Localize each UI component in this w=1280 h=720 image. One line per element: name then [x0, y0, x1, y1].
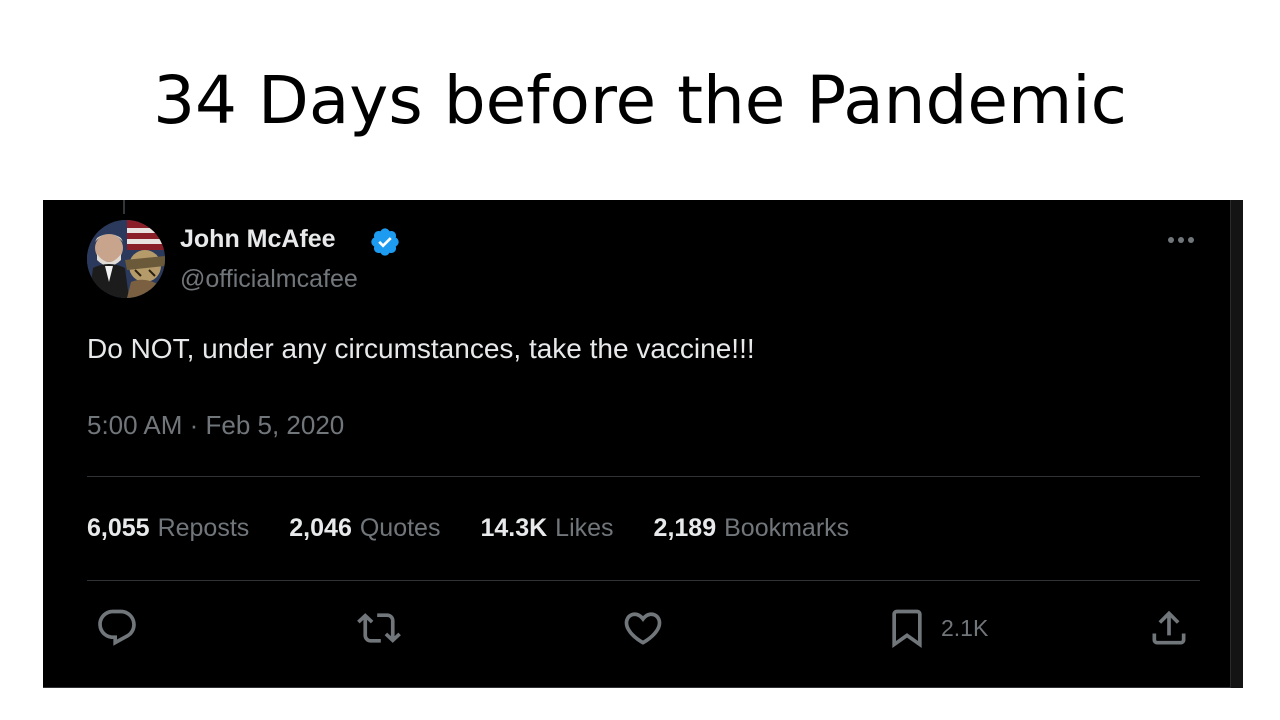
headline: 34 Days before the Pandemic — [153, 62, 1127, 139]
quotes-label: Quotes — [359, 514, 441, 542]
heart-icon — [621, 606, 665, 650]
repost-button[interactable] — [357, 606, 401, 650]
verified-badge-icon — [369, 226, 401, 258]
bookmark-icon — [885, 606, 929, 650]
bookmarks-count: 2,189 — [653, 514, 717, 542]
avatar[interactable] — [87, 220, 165, 298]
more-options-icon[interactable] — [1163, 230, 1199, 250]
stat-likes[interactable]: 14.3K Likes — [480, 514, 613, 543]
bookmark-count: 2.1K — [941, 614, 989, 641]
stat-bookmarks[interactable]: 2,189 Bookmarks — [654, 514, 850, 543]
stat-quotes[interactable]: 2,046 Quotes — [289, 514, 440, 543]
reposts-count: 6,055 — [87, 514, 150, 542]
likes-count: 14.3K — [480, 514, 548, 542]
share-button[interactable] — [1147, 606, 1191, 650]
divider-bottom — [87, 580, 1200, 581]
thread-line — [123, 200, 125, 214]
reply-button[interactable] — [95, 606, 139, 650]
reposts-label: Reposts — [157, 514, 250, 542]
share-icon — [1147, 606, 1191, 650]
card-bottom-border — [43, 687, 1231, 688]
stat-reposts[interactable]: 6,055 Reposts — [87, 514, 249, 543]
tweet-card: John McAfee @officialmcafee Do NOT, unde… — [43, 200, 1243, 688]
scrollbar-edge — [1230, 200, 1243, 688]
bookmarks-label: Bookmarks — [724, 514, 850, 542]
author-name[interactable]: John McAfee — [180, 225, 336, 254]
quotes-count: 2,046 — [289, 514, 352, 542]
tweet-stats: 6,055 Reposts 2,046 Quotes 14.3K Likes 2,18… — [87, 514, 849, 543]
reply-icon — [95, 606, 139, 650]
bookmark-button[interactable]: 2.1K — [885, 606, 988, 650]
author-handle[interactable]: @officialmcafee — [180, 265, 358, 294]
tweet-text: Do NOT, under any circumstances, take th… — [87, 333, 755, 364]
likes-label: Likes — [555, 514, 614, 542]
repost-icon — [357, 606, 401, 650]
divider-top — [87, 476, 1200, 477]
like-button[interactable] — [621, 606, 665, 650]
tweet-timestamp[interactable]: 5:00 AM · Feb 5, 2020 — [87, 410, 344, 441]
